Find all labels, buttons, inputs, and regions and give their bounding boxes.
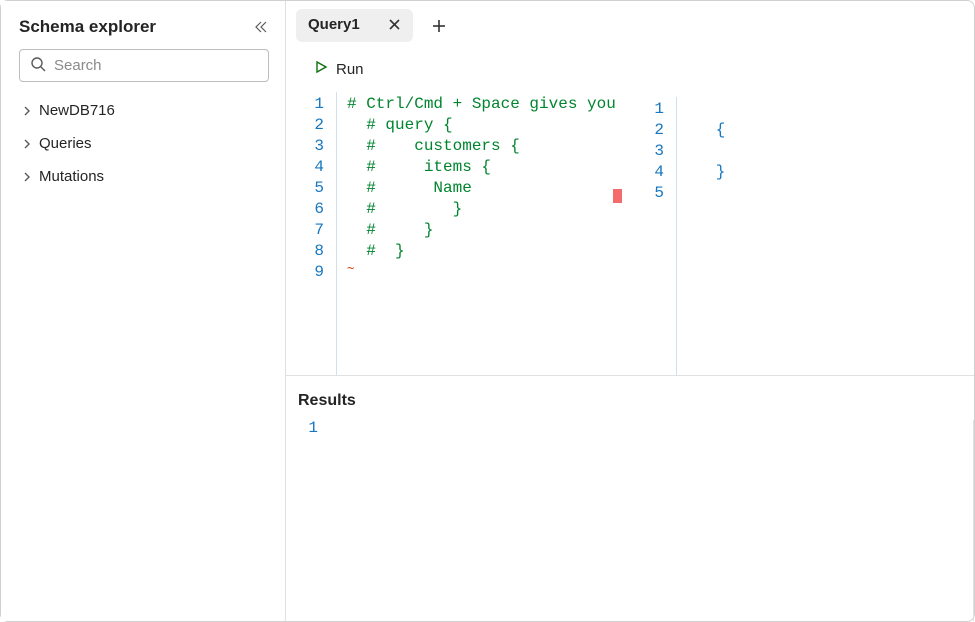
tree-item-queries[interactable]: Queries bbox=[19, 127, 269, 160]
query-code[interactable]: # Ctrl/Cmd + Space gives you autocomplet… bbox=[336, 92, 626, 375]
search-box[interactable] bbox=[19, 49, 269, 82]
toolbar: Run bbox=[286, 42, 974, 92]
search-icon bbox=[30, 56, 46, 75]
variables-gutter: 12345 bbox=[626, 97, 676, 375]
search-input[interactable] bbox=[54, 57, 258, 74]
results-gutter: 1 bbox=[296, 418, 330, 621]
close-icon[interactable] bbox=[388, 18, 401, 31]
tree-item-label: NewDB716 bbox=[39, 102, 115, 119]
sidebar-title: Schema explorer bbox=[19, 17, 156, 37]
variables-editor[interactable]: 12345 { } bbox=[626, 97, 974, 375]
editor-row: 123456789 # Ctrl/Cmd + Space gives you a… bbox=[286, 92, 974, 376]
results-panel: Results 1 bbox=[286, 376, 974, 621]
tree-item-label: Queries bbox=[39, 135, 92, 152]
tree-item-label: Mutations bbox=[39, 168, 104, 185]
variables-pane: Query variables 12345 { } bbox=[626, 92, 974, 375]
results-body: 1 bbox=[296, 416, 974, 621]
collapse-panel-icon[interactable] bbox=[253, 19, 269, 35]
query-gutter: 123456789 bbox=[286, 92, 336, 375]
text-cursor bbox=[613, 189, 622, 203]
schema-explorer-sidebar: Schema explorer NewDB716 bbox=[1, 1, 286, 621]
main-area: Query1 Run 123456789 # Ctrl/Cmd + Space … bbox=[286, 1, 974, 621]
tab-query1[interactable]: Query1 bbox=[296, 9, 413, 42]
tree-item-database[interactable]: NewDB716 bbox=[19, 94, 269, 127]
schema-tree: NewDB716 Queries Mutations bbox=[1, 92, 285, 193]
sidebar-header: Schema explorer bbox=[1, 13, 285, 49]
chevron-right-icon bbox=[21, 138, 33, 150]
tab-bar: Query1 bbox=[286, 1, 974, 42]
query-editor[interactable]: 123456789 # Ctrl/Cmd + Space gives you a… bbox=[286, 92, 626, 375]
results-divider bbox=[973, 420, 974, 621]
play-icon bbox=[314, 60, 328, 78]
run-button[interactable]: Run bbox=[306, 56, 372, 82]
run-button-label: Run bbox=[336, 61, 364, 78]
results-title: Results bbox=[296, 386, 974, 416]
search-container bbox=[1, 49, 285, 92]
variables-code[interactable]: { } bbox=[676, 97, 974, 375]
chevron-right-icon bbox=[21, 171, 33, 183]
new-tab-button[interactable] bbox=[423, 12, 455, 40]
chevron-right-icon bbox=[21, 105, 33, 117]
results-code[interactable] bbox=[330, 418, 974, 621]
tab-label: Query1 bbox=[308, 16, 360, 33]
tree-item-mutations[interactable]: Mutations bbox=[19, 160, 269, 193]
